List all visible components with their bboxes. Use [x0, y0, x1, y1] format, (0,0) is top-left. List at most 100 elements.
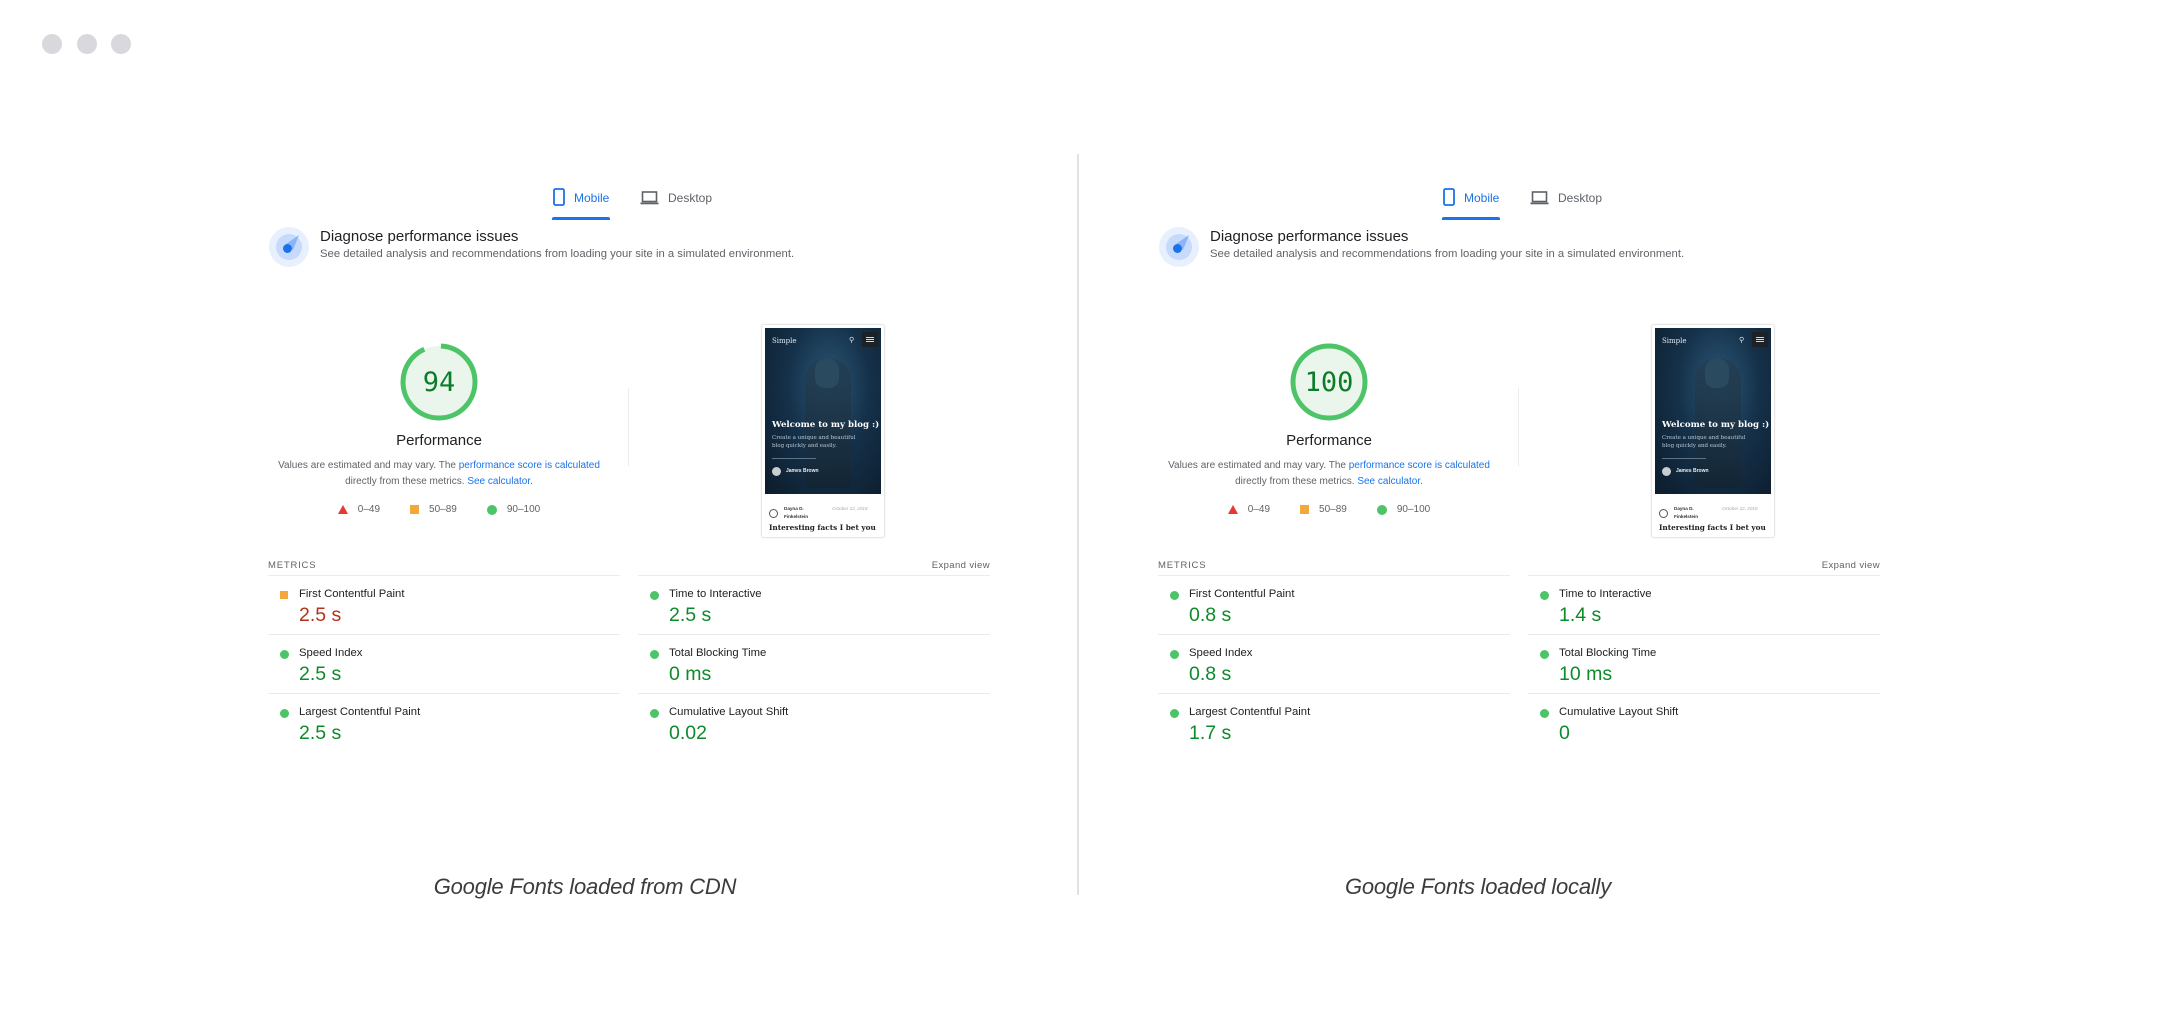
legend-item-fail: 0–49 [1227, 504, 1271, 515]
metric-status-icon [650, 650, 659, 659]
triangle-icon [1227, 505, 1238, 514]
tab-mobile[interactable]: Mobile [1442, 188, 1501, 222]
metric-value: 2.5 s [299, 722, 342, 744]
metric-name: First Contentful Paint [1189, 588, 1295, 600]
triangle-icon [337, 505, 348, 514]
window-close-button[interactable] [42, 34, 62, 54]
description-text: Values are estimated and may vary. The [1168, 460, 1349, 471]
metric-name: Total Blocking Time [669, 647, 767, 659]
score-calculation-link[interactable]: performance score is calculated [459, 460, 600, 471]
metric-value: 2.5 s [299, 663, 342, 685]
see-calculator-link[interactable]: See calculator. [1357, 476, 1423, 487]
expand-view-toggle[interactable]: Expand view [1822, 560, 1880, 571]
metric-row-first-contentful-paint: First Contentful Paint 2.5 s [268, 575, 620, 634]
metric-name: Speed Index [1189, 647, 1253, 659]
circle-icon [1540, 591, 1549, 600]
window-minimize-button[interactable] [77, 34, 97, 54]
thumbnail-hero-title: Welcome to my blog :) [772, 420, 880, 430]
performance-score-block: 100 Performance Values are estimated and… [1158, 340, 1500, 540]
active-tab-indicator [552, 217, 611, 220]
window-maximize-button[interactable] [111, 34, 131, 54]
expand-view-toggle[interactable]: Expand view [932, 560, 990, 571]
metric-value: 2.5 s [669, 604, 712, 626]
metrics-title: METRICS [1158, 560, 1207, 571]
performance-score-value: 100 [1304, 366, 1354, 398]
metric-value: 1.4 s [1559, 604, 1602, 626]
diagnose-title: Diagnose performance issues [1210, 228, 1409, 245]
pagespeed-report-panel-local: Mobile Desktop Diagnose performance issu [1158, 0, 1898, 1030]
laptop-icon [1530, 188, 1549, 205]
metrics-column-left: First Contentful Paint 2.5 s Speed Index… [268, 575, 620, 752]
metric-name: Largest Contentful Paint [1189, 706, 1311, 718]
legend-range: 90–100 [1396, 504, 1431, 515]
tab-desktop[interactable]: Desktop [1530, 188, 1602, 222]
thumbnail-hero-image: Simple ⚲ Welcome to my blog :) Create a … [1655, 328, 1771, 494]
legend-range: 0–49 [1247, 504, 1271, 515]
device-tabs: Mobile Desktop [1158, 188, 1898, 222]
metric-name: Time to Interactive [1559, 588, 1652, 600]
metric-name: Cumulative Layout Shift [1559, 706, 1679, 718]
comparison-divider [1077, 154, 1079, 895]
thumbnail-hero-author: James Brown [786, 468, 819, 474]
thumbnail-hero-author: James Brown [1676, 468, 1709, 474]
tab-mobile[interactable]: Mobile [552, 188, 611, 222]
metrics-header: METRICS Expand view [268, 558, 990, 574]
legend-range: 50–89 [429, 504, 457, 515]
metric-status-icon [1170, 709, 1179, 718]
card-author-avatar [769, 509, 778, 518]
metric-value: 1.7 s [1189, 722, 1232, 744]
metric-status-icon [1170, 650, 1179, 659]
tab-mobile-label: Mobile [1464, 191, 1500, 205]
metric-status-icon [650, 591, 659, 600]
metric-value: 10 ms [1559, 663, 1613, 685]
description-text-2: directly from these metrics. [345, 476, 468, 487]
author-avatar [1662, 467, 1671, 476]
metric-name: Cumulative Layout Shift [669, 706, 789, 718]
metric-status-icon [1540, 591, 1549, 600]
metric-value: 2.5 s [299, 604, 342, 626]
metric-name: First Contentful Paint [299, 588, 405, 600]
thumbnail-card-title: Interesting facts I bet you [1659, 523, 1766, 532]
metric-row-time-to-interactive: Time to Interactive 1.4 s [1528, 575, 1880, 634]
diagnose-subtitle: See detailed analysis and recommendation… [1210, 248, 1685, 260]
performance-label: Performance [396, 432, 482, 449]
performance-label: Performance [1286, 432, 1372, 449]
metric-value: 0.8 s [1189, 663, 1232, 685]
metric-value: 0.02 [669, 722, 707, 744]
thumbnail-card-title: Interesting facts I bet you [769, 523, 876, 532]
hero-figure-head [1705, 358, 1729, 388]
thumbnail-rule [772, 458, 816, 459]
legend-item-average: 50–89 [410, 504, 457, 515]
thumbnail-card-date: October 22, 2018 [1722, 506, 1758, 511]
metric-row-time-to-interactive: Time to Interactive 2.5 s [638, 575, 990, 634]
tab-desktop-label: Desktop [1558, 191, 1603, 205]
smartphone-icon [553, 188, 565, 206]
circle-icon [280, 709, 289, 718]
legend-range: 90–100 [506, 504, 541, 515]
active-tab-indicator [1442, 217, 1501, 220]
metric-name: Time to Interactive [669, 588, 762, 600]
score-divider [628, 388, 629, 466]
description-text: Values are estimated and may vary. The [278, 460, 459, 471]
legend-range: 50–89 [1319, 504, 1347, 515]
metric-row-largest-contentful-paint: Largest Contentful Paint 1.7 s [1158, 693, 1510, 752]
circle-icon [650, 591, 659, 600]
metric-row-cumulative-layout-shift: Cumulative Layout Shift 0.02 [638, 693, 990, 752]
comparison-caption: Google Fonts loaded from CDN [433, 874, 737, 899]
tab-desktop-label: Desktop [668, 191, 713, 205]
score-legend: 0–49 50–89 90–100 [1158, 504, 1500, 515]
search-icon: ⚲ [1739, 337, 1745, 344]
pagespeed-report-panel-cdn: Mobile Desktop Diagnose performance issu [268, 0, 1008, 1030]
score-divider [1518, 388, 1519, 466]
metric-row-cumulative-layout-shift: Cumulative Layout Shift 0 [1528, 693, 1880, 752]
see-calculator-link[interactable]: See calculator. [467, 476, 533, 487]
diagnose-title: Diagnose performance issues [320, 228, 519, 245]
thumbnail-card-date: October 22, 2018 [832, 506, 868, 511]
metrics-column-right: Time to Interactive 1.4 s Total Blocking… [1528, 575, 1880, 752]
square-icon [1300, 505, 1310, 514]
tab-desktop[interactable]: Desktop [640, 188, 712, 222]
hero-figure-head [815, 358, 839, 388]
score-calculation-link[interactable]: performance score is calculated [1349, 460, 1490, 471]
metrics-title: METRICS [268, 560, 317, 571]
metrics-column-right: Time to Interactive 2.5 s Total Blocking… [638, 575, 990, 752]
